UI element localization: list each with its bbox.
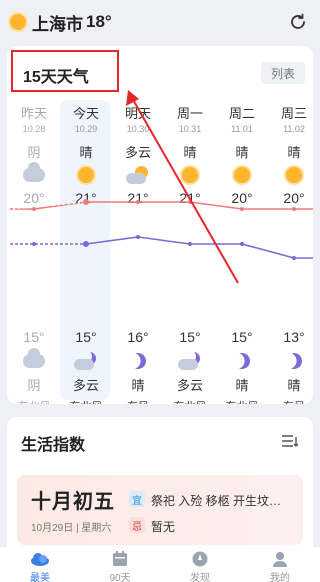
data-point bbox=[292, 256, 296, 260]
cloud-icon bbox=[0, 550, 80, 568]
data-point bbox=[136, 200, 140, 204]
data-point bbox=[83, 241, 89, 247]
top-bar: 上海市 18° bbox=[0, 0, 320, 44]
ji-badge: 忌 bbox=[129, 517, 145, 533]
data-point bbox=[240, 242, 244, 246]
nav-label: 90天 bbox=[109, 573, 131, 582]
sort-icon[interactable] bbox=[281, 433, 299, 449]
calendar-icon bbox=[80, 550, 160, 568]
user-icon bbox=[240, 550, 320, 568]
nav-label: 发现 bbox=[190, 573, 210, 582]
life-index-title: 生活指数 bbox=[21, 437, 86, 454]
city-name[interactable]: 上海市 bbox=[32, 10, 83, 35]
yi-badge: 宜 bbox=[129, 491, 145, 507]
temperature-chart bbox=[7, 199, 313, 260]
data-point bbox=[188, 200, 192, 204]
data-point bbox=[188, 242, 192, 246]
lunar-date: 十月初五 bbox=[31, 491, 115, 513]
data-point bbox=[136, 235, 140, 239]
nav-label: 我的 bbox=[270, 573, 290, 582]
sun-icon bbox=[10, 14, 26, 30]
almanac-card[interactable]: 十月初五 10月29日 | 星期六 宜 祭祀 入殓 移柩 开生坟… 忌 暂无 bbox=[17, 475, 303, 545]
yi-text: 祭祀 入殓 移柩 开生坟… bbox=[151, 494, 282, 508]
life-index-card: 生活指数 十月初五 10月29日 | 星期六 宜 祭祀 入殓 移柩 开生坟… 忌… bbox=[7, 417, 313, 547]
data-point bbox=[32, 242, 36, 246]
nav-item[interactable]: 90天 bbox=[80, 547, 160, 582]
nav-item[interactable]: 最美 bbox=[0, 547, 80, 582]
compass-icon bbox=[160, 550, 240, 568]
bottom-nav: 最美 90天 发现 我的 bbox=[0, 547, 320, 582]
nav-item[interactable]: 我的 bbox=[240, 547, 320, 582]
data-point bbox=[240, 207, 244, 211]
refresh-icon[interactable] bbox=[288, 12, 308, 32]
data-point bbox=[83, 199, 89, 205]
solar-date: 10月29日 | 星期六 bbox=[31, 523, 112, 534]
nav-label: 最美 bbox=[30, 573, 50, 582]
data-point bbox=[32, 207, 36, 211]
nav-item[interactable]: 发现 bbox=[160, 547, 240, 582]
series-line bbox=[8, 236, 313, 259]
current-temp: 18° bbox=[86, 12, 112, 31]
ji-text: 暂无 bbox=[151, 520, 176, 534]
data-point bbox=[292, 207, 296, 211]
forecast-card: 15天天气 列表 昨天10.28阴20°15°阴东北风3级优质今天10.29晴2… bbox=[7, 46, 313, 404]
